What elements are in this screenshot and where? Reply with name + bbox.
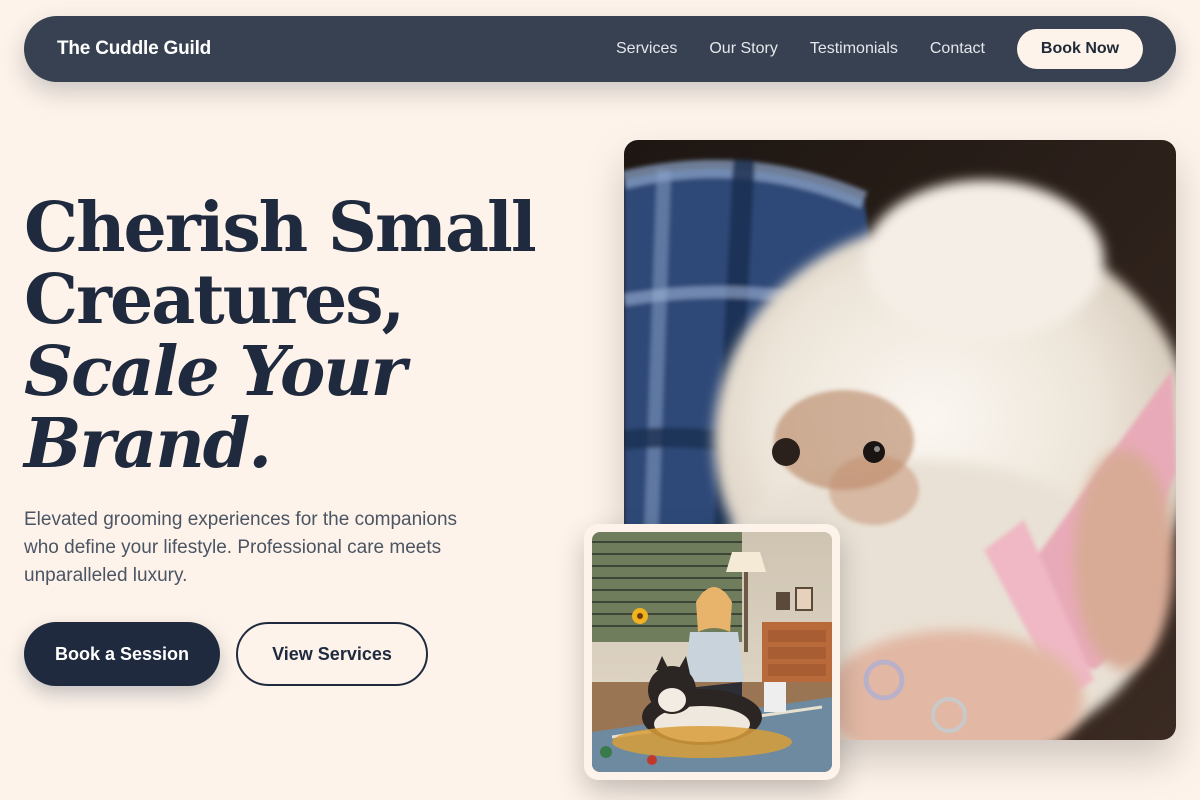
hero-subtitle: Elevated grooming experiences for the co… [24, 509, 458, 586]
hero-title-line-2: Creatures, [24, 260, 405, 340]
nav-link-services[interactable]: Services [616, 40, 677, 58]
book-session-button[interactable]: Book a Session [24, 622, 220, 686]
view-services-button[interactable]: View Services [236, 622, 428, 686]
top-nav: The Cuddle Guild Services Our Story Test… [24, 16, 1176, 82]
brand-logo[interactable]: The Cuddle Guild [57, 38, 211, 60]
nav-links: Services Our Story Testimonials Contact [616, 40, 985, 58]
hero-title: Cherish Small Creatures, Scale Your Bran… [24, 192, 584, 480]
book-now-button[interactable]: Book Now [1017, 29, 1143, 69]
hero-title-line-3: Scale Your [24, 332, 407, 412]
hero-title-line-4: Brand. [24, 404, 272, 484]
inset-image-card [584, 524, 840, 780]
woman-with-dog-photo-icon [592, 532, 832, 772]
nav-link-contact[interactable]: Contact [930, 40, 985, 58]
nav-link-our-story[interactable]: Our Story [709, 40, 777, 58]
hero-title-line-1: Cherish Small [24, 188, 537, 268]
nav-link-testimonials[interactable]: Testimonials [810, 40, 898, 58]
inset-image-woman-with-dog [592, 532, 832, 772]
